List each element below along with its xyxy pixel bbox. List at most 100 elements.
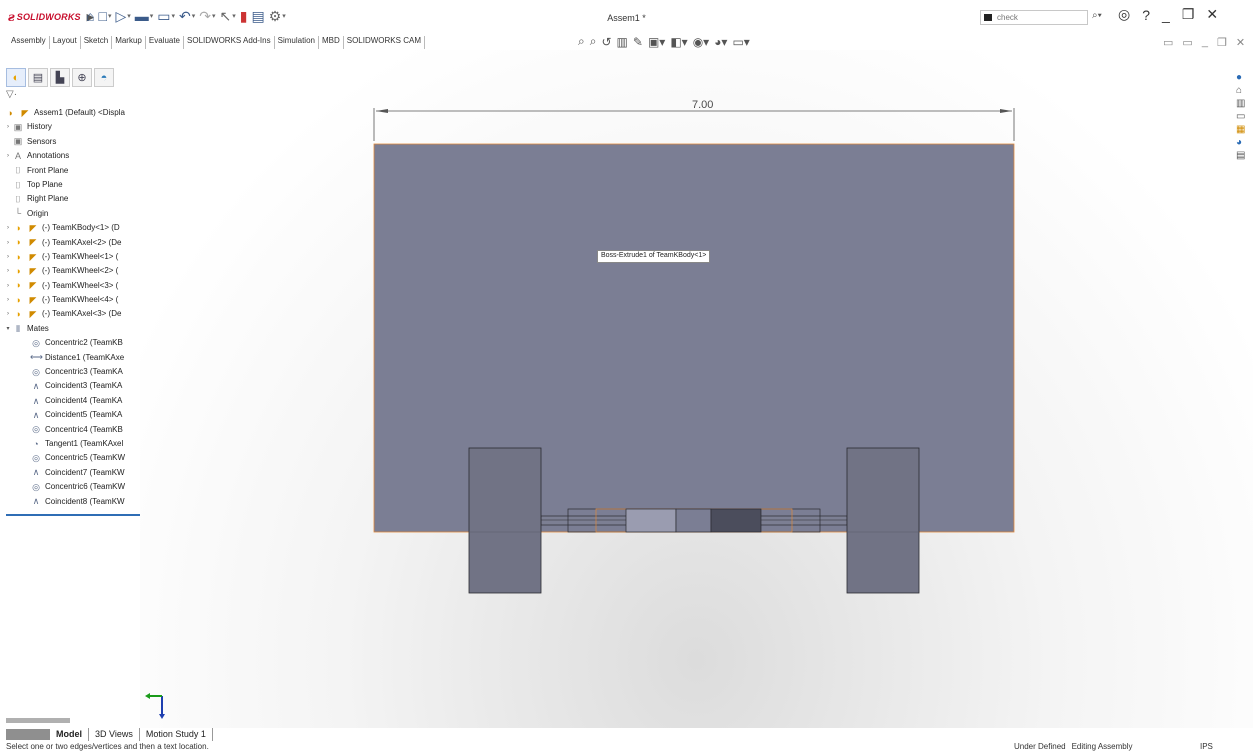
dimxpert-tab[interactable]: ⊕ xyxy=(72,68,92,87)
mate-item[interactable]: ∧ Coincident5 (TeamKA xyxy=(4,408,138,422)
expand-arrow-icon[interactable]: › xyxy=(4,149,12,163)
tab-assembly[interactable]: Assembly xyxy=(8,36,50,49)
tab-sketch[interactable]: Sketch xyxy=(81,36,113,49)
featuremanager-tab[interactable]: ◐ xyxy=(6,68,26,87)
wheel-right[interactable] xyxy=(846,447,920,594)
wheel-left[interactable] xyxy=(468,447,542,594)
tab-markup[interactable]: Markup xyxy=(112,36,146,49)
select-button[interactable]: ↖ ▾ xyxy=(220,7,236,25)
tree-item[interactable]: › ◑ ◤ (-) TeamKWheel<2> ( xyxy=(4,264,138,278)
tree-item[interactable]: › ◑ ◤ (-) TeamKAxel<2> (De xyxy=(4,236,138,250)
tree-root[interactable]: ◑ ◤ Assem1 (Default) <Displa xyxy=(4,106,138,120)
tree-item[interactable]: › ◑ ◤ (-) TeamKWheel<4> ( xyxy=(4,293,138,307)
appearance-icon[interactable]: ◕▾ xyxy=(714,35,727,49)
mate-item[interactable]: ◎ Concentric5 (TeamKW xyxy=(4,451,138,465)
mate-item[interactable]: ∧ Coincident8 (TeamKW xyxy=(4,495,138,509)
collapse-arrow-icon[interactable]: ▾ xyxy=(4,322,12,336)
user-account-icon[interactable]: ◎ xyxy=(1118,6,1130,23)
minimize-icon[interactable]: _ xyxy=(1162,7,1170,23)
zoom-to-area-icon[interactable]: ⌕ xyxy=(590,34,597,49)
previous-view-icon[interactable]: ↺ xyxy=(601,35,611,49)
expand-arrow-icon[interactable]: › xyxy=(4,120,12,134)
doc-minimize-icon[interactable]: _ xyxy=(1202,36,1208,49)
hide-show-icon[interactable]: ◉▾ xyxy=(693,35,710,49)
print-button[interactable]: ▭ ▾ xyxy=(157,7,175,25)
tree-item[interactable]: › ▣ History xyxy=(4,120,138,134)
file-properties-button[interactable]: ▤ xyxy=(251,7,264,25)
view-palette-icon[interactable]: ▭ xyxy=(1236,111,1245,122)
resources-icon[interactable]: ● xyxy=(1236,72,1245,83)
expand-arrow-icon[interactable]: › xyxy=(4,236,12,250)
design-library-icon[interactable]: ⌂ xyxy=(1236,85,1245,96)
tab-evaluate[interactable]: Evaluate xyxy=(146,36,185,49)
model-view[interactable] xyxy=(140,50,1253,728)
mate-item[interactable]: ◎ Concentric2 (TeamKB xyxy=(4,336,138,350)
axle-block-light[interactable] xyxy=(625,508,677,533)
filter-icon[interactable]: ▽· xyxy=(6,89,17,100)
display-style-icon[interactable]: ◧▾ xyxy=(670,35,687,49)
search-input[interactable]: check xyxy=(980,10,1088,25)
tab-cam[interactable]: SOLIDWORKS CAM xyxy=(344,36,425,49)
undo-button[interactable]: ↶ ▾ xyxy=(179,7,195,25)
tab-navigation-arrows[interactable] xyxy=(6,729,50,740)
search-options-button[interactable]: ⌕▾ xyxy=(1092,10,1102,21)
mate-item[interactable]: ◎ Concentric3 (TeamKA xyxy=(4,365,138,379)
horizontal-scrollbar[interactable] xyxy=(6,718,70,723)
chevron-down-icon[interactable]: ▾ xyxy=(150,12,154,20)
chevron-down-icon[interactable]: ▾ xyxy=(192,12,196,20)
save-button[interactable]: ▬ ▾ xyxy=(135,7,154,25)
dimension-value[interactable]: 7.00 xyxy=(692,99,713,111)
tree-item[interactable]: › ◑ ◤ (-) TeamKWheel<1> ( xyxy=(4,250,138,264)
chevron-down-icon[interactable]: ▾ xyxy=(127,12,131,20)
mate-item[interactable]: ∧ Coincident4 (TeamKA xyxy=(4,394,138,408)
tree-item[interactable]: › ◑ ◤ (-) TeamKWheel<3> ( xyxy=(4,279,138,293)
tab-addins[interactable]: SOLIDWORKS Add-Ins xyxy=(184,36,275,49)
chevron-down-icon[interactable]: ▾ xyxy=(212,12,216,20)
axle-block-dark[interactable] xyxy=(710,508,762,533)
tile-icon[interactable]: ▭ xyxy=(1163,36,1173,49)
scene-icon[interactable]: ▭▾ xyxy=(732,35,749,49)
tree-item[interactable]: › A Annotations xyxy=(4,149,138,163)
propertymanager-tab[interactable]: ▤ xyxy=(28,68,48,87)
tab-motion-study[interactable]: Motion Study 1 xyxy=(140,728,213,741)
tree-item[interactable]: ▾ ⫴ Mates xyxy=(4,322,138,336)
mate-item[interactable]: ∧ Coincident3 (TeamKA xyxy=(4,379,138,393)
tab-mbd[interactable]: MBD xyxy=(319,36,344,49)
appearances-icon[interactable]: ▦ xyxy=(1236,124,1245,135)
doc-restore-icon[interactable]: ▭ xyxy=(1182,36,1192,49)
chevron-down-icon[interactable]: ▾ xyxy=(108,12,112,20)
expand-arrow-icon[interactable]: › xyxy=(4,293,12,307)
tree-item[interactable]: ⌷ Right Plane xyxy=(4,192,138,206)
open-button[interactable]: ▷ ▾ xyxy=(115,7,130,25)
chevron-down-icon[interactable]: ▾ xyxy=(172,12,176,20)
axle-block-mid[interactable] xyxy=(675,508,712,533)
section-view-icon[interactable]: ▥ xyxy=(617,35,628,49)
tab-model[interactable]: Model xyxy=(50,728,89,741)
mate-item[interactable]: ◎ Concentric4 (TeamKB xyxy=(4,423,138,437)
tree-item[interactable]: ▣ Sensors xyxy=(4,135,138,149)
doc-close-icon[interactable]: ✕ xyxy=(1236,36,1245,49)
mate-item[interactable]: ∧ Coincident7 (TeamKW xyxy=(4,466,138,480)
graphics-area[interactable]: 7.00 Boss-Extrude1 of TeamKBody<1> ● ⌂ ▥… xyxy=(140,50,1253,728)
tree-item[interactable]: ⌷ Front Plane xyxy=(4,164,138,178)
mate-item[interactable]: ⟷ Distance1 (TeamKAxe xyxy=(4,351,138,365)
tree-item[interactable]: ⌷ Top Plane xyxy=(4,178,138,192)
new-button[interactable]: □ ▾ xyxy=(98,7,111,25)
configurationmanager-tab[interactable]: ▙ xyxy=(50,68,70,87)
chevron-down-icon[interactable]: ▾ xyxy=(282,12,286,20)
expand-arrow-icon[interactable]: › xyxy=(4,279,12,293)
dynamic-annotation-icon[interactable]: ✎ xyxy=(633,35,643,49)
tree-item[interactable]: └ Origin xyxy=(4,207,138,221)
help-icon[interactable]: ? xyxy=(1142,7,1150,23)
redo-button[interactable]: ↷ ▾ xyxy=(199,7,215,25)
doc-maximize-icon[interactable]: ❐ xyxy=(1217,36,1227,49)
file-explorer-icon[interactable]: ▥ xyxy=(1236,98,1245,109)
mate-item[interactable]: ◔ Tangent1 (TeamKAxel xyxy=(4,437,138,451)
mate-item[interactable]: ◎ Concentric6 (TeamKW xyxy=(4,480,138,494)
expand-arrow-icon[interactable]: › xyxy=(4,307,12,321)
expand-arrow-icon[interactable]: › xyxy=(4,221,12,235)
tree-item[interactable]: › ◑ ◤ (-) TeamKAxel<3> (De xyxy=(4,307,138,321)
zoom-to-fit-icon[interactable]: ⌕ xyxy=(578,34,585,49)
expand-arrow-icon[interactable]: › xyxy=(4,250,12,264)
unit-system[interactable]: IPS xyxy=(1200,742,1213,751)
